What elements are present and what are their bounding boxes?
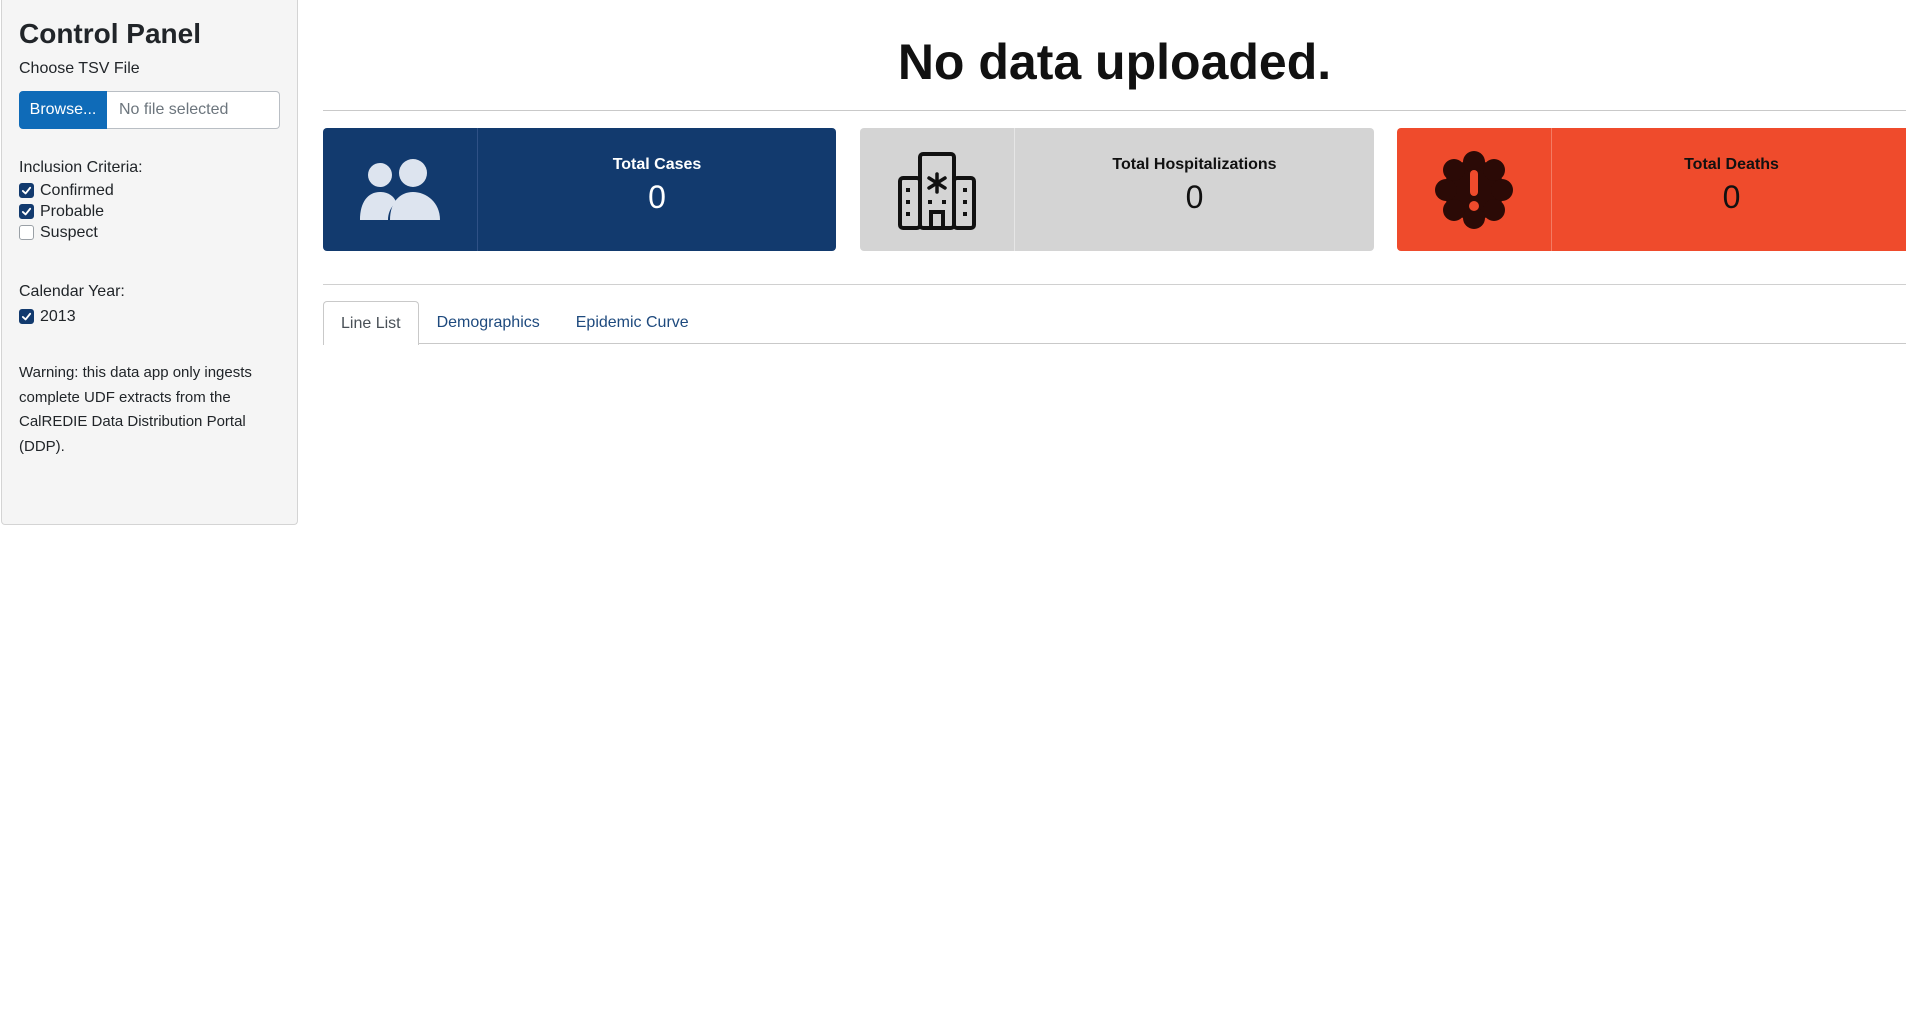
total-hospitalizations-value: 0 <box>1185 179 1204 215</box>
calendar-year-group: 2013 <box>19 306 280 327</box>
total-deaths-card: Total Deaths 0 <box>1397 128 1906 251</box>
tab-demographics[interactable]: Demographics <box>419 301 558 344</box>
hospital-icon <box>860 128 1015 251</box>
checkbox-probable-box[interactable] <box>19 204 34 219</box>
checkbox-confirmed-box[interactable] <box>19 183 34 198</box>
checkbox-year-2013[interactable]: 2013 <box>19 306 280 327</box>
file-input: Browse... No file selected <box>19 91 280 129</box>
total-hospitalizations-text: Total Hospitalizations 0 <box>1015 128 1374 251</box>
calendar-year-label: Calendar Year: <box>19 283 125 300</box>
checkbox-probable[interactable]: Probable <box>19 201 280 222</box>
users-icon <box>323 128 478 251</box>
file-input-label: Choose TSV File <box>19 60 140 77</box>
checkbox-probable-label: Probable <box>40 202 105 220</box>
exclamation-burst-icon <box>1397 128 1552 251</box>
page-title: No data uploaded. <box>323 0 1906 111</box>
checkbox-confirmed[interactable]: Confirmed <box>19 180 280 201</box>
summary-cards: Total Cases 0 Total Hospitalizations 0 T… <box>323 111 1906 286</box>
checkbox-year-2013-label: 2013 <box>40 307 76 325</box>
tab-bar: Line List Demographics Epidemic Curve <box>323 301 1906 345</box>
control-panel-title: Control Panel <box>19 18 202 49</box>
browse-button[interactable]: Browse... <box>19 91 107 129</box>
total-cases-label: Total Cases <box>612 156 702 173</box>
warning-text: Warning: this data app only ingests comp… <box>19 364 252 455</box>
total-hospitalizations-label: Total Hospitalizations <box>1112 156 1277 173</box>
total-cases-text: Total Cases 0 <box>478 128 836 251</box>
inclusion-criteria-group: Confirmed Probable Suspect <box>19 180 280 243</box>
tab-epidemic-curve[interactable]: Epidemic Curve <box>558 301 707 344</box>
checkbox-year-2013-box[interactable] <box>19 309 34 324</box>
file-name-field[interactable]: No file selected <box>107 91 280 129</box>
checkbox-confirmed-label: Confirmed <box>40 181 114 199</box>
total-hospitalizations-card: Total Hospitalizations 0 <box>860 128 1374 251</box>
main-content: No data uploaded. Total Cases 0 Total Ho… <box>323 0 1906 345</box>
section-divider <box>323 284 1906 285</box>
checkbox-suspect-box[interactable] <box>19 225 34 240</box>
total-cases-card: Total Cases 0 <box>323 128 836 251</box>
total-deaths-text: Total Deaths 0 <box>1552 128 1906 251</box>
control-panel: Control Panel Choose TSV File Browse... … <box>1 0 298 525</box>
tab-line-list[interactable]: Line List <box>323 301 419 345</box>
inclusion-criteria-label: Inclusion Criteria: <box>19 159 143 176</box>
total-deaths-value: 0 <box>1722 179 1741 215</box>
checkbox-suspect[interactable]: Suspect <box>19 222 280 243</box>
checkbox-suspect-label: Suspect <box>40 223 98 241</box>
total-deaths-label: Total Deaths <box>1684 156 1779 173</box>
total-cases-value: 0 <box>648 179 666 215</box>
